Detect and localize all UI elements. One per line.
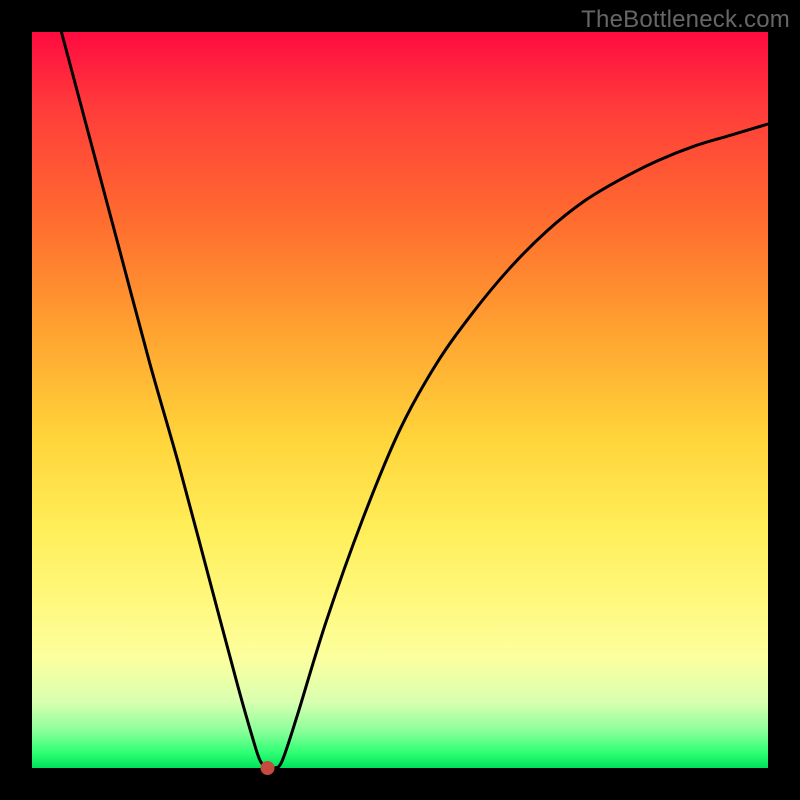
- bottleneck-curve: [32, 32, 768, 768]
- curve-path: [61, 32, 768, 769]
- plot-area: [32, 32, 768, 768]
- optimal-marker: [261, 761, 275, 775]
- chart-frame: TheBottleneck.com: [0, 0, 800, 800]
- watermark-text: TheBottleneck.com: [581, 6, 790, 34]
